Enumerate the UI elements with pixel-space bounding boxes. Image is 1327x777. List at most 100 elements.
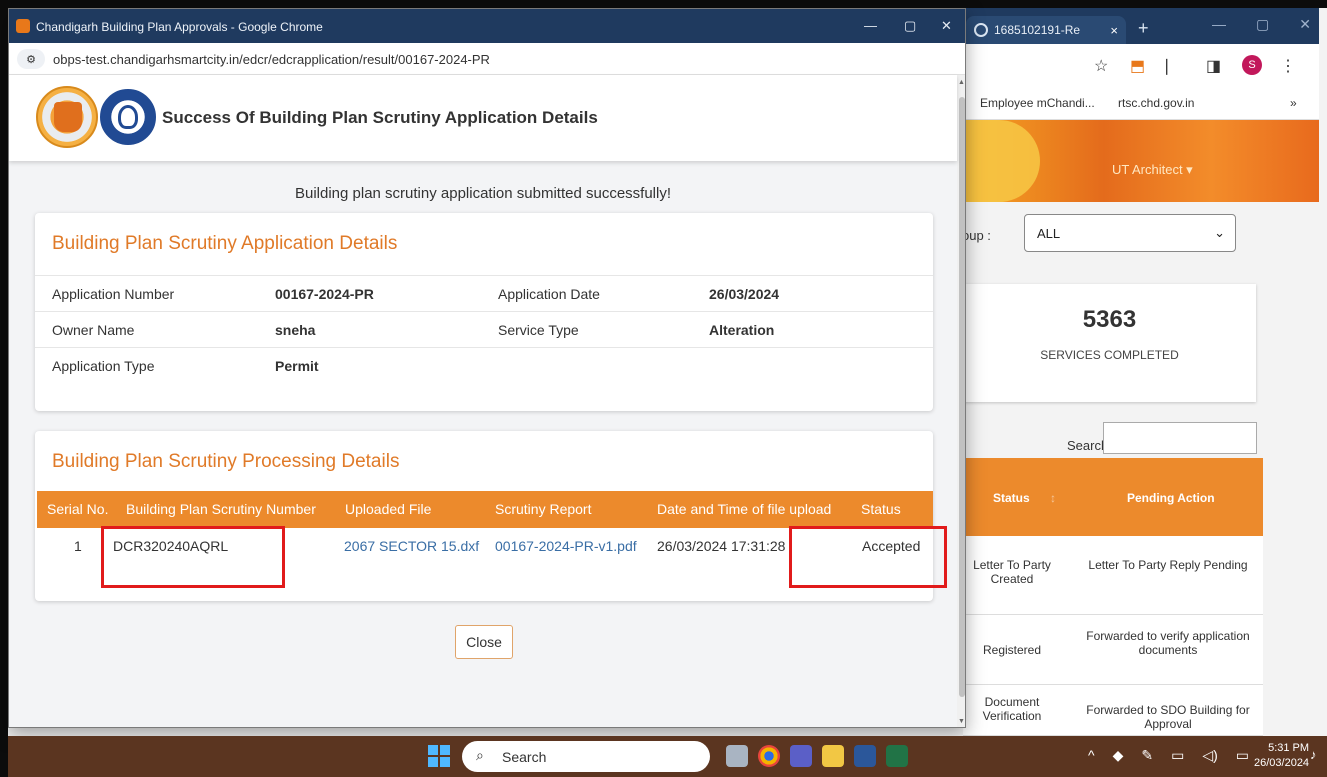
uploaded-file-header: Uploaded File (345, 501, 432, 517)
highlight-status (789, 526, 947, 588)
detail-value: 00167-2024-PR (275, 286, 374, 302)
scroll-down-icon[interactable]: ▼ (958, 718, 965, 725)
site-info-icon[interactable]: ⚙ (17, 49, 45, 69)
serial-header: Serial No. (47, 501, 109, 517)
services-label: SERVICES COMPLETED (1040, 348, 1179, 362)
status-header: Status (861, 501, 901, 517)
tray-expand-icon[interactable]: ^ (1088, 747, 1095, 764)
bookmark-star-icon[interactable]: ☆ (1094, 56, 1108, 76)
detail-value: sneha (275, 322, 316, 338)
row-action: Forwarded to SDO Building for Approval (1086, 703, 1250, 731)
maximize-button[interactable]: ▢ (904, 18, 916, 34)
success-message: Building plan scrutiny application submi… (294, 185, 672, 202)
chevron-down-icon: ⌄ (1214, 225, 1225, 240)
url-text[interactable]: obps-test.chandigarhsmartcity.in/edcr/ed… (53, 52, 490, 67)
taskbar-search[interactable]: ⌕ Search (462, 741, 710, 772)
minimize-button[interactable]: — (1212, 16, 1226, 33)
windows-start-icon[interactable] (428, 745, 450, 767)
page-title: Success Of Building Plan Scrutiny Applic… (162, 108, 598, 127)
sort-icon[interactable]: ↕ (1050, 491, 1056, 505)
bookmark-employee[interactable]: Employee mChandi... (980, 96, 1095, 110)
user-menu[interactable]: UT Architect ▾ (1112, 162, 1193, 178)
scrutiny-report-header: Scrutiny Report (495, 501, 592, 517)
bookmarks-bar: Employee mChandi... rtsc.chd.gov.in » (960, 86, 1319, 120)
taskbar: ⌕ Search ^ ◆ ✎ ▭ ◁) ▭ 5:31 PM 26/03/2024… (8, 736, 1327, 777)
sidepanel-icon[interactable]: ◨ (1206, 56, 1221, 76)
row-action: Forwarded to verify application document… (1086, 629, 1250, 657)
upload-datetime-header: Date and Time of file upload (657, 501, 832, 517)
tray-app-icon[interactable]: ◆ (1113, 747, 1124, 764)
pending-action-header[interactable]: Pending Action (1127, 491, 1215, 505)
maximize-button[interactable]: ▢ (1256, 16, 1269, 33)
minimize-button[interactable]: — (864, 18, 877, 33)
tab-close-icon[interactable]: × (1110, 23, 1118, 38)
row-status: Document Verification (982, 695, 1042, 723)
globe-icon (974, 23, 988, 37)
extension-icon[interactable]: ⬒ (1130, 56, 1145, 76)
bookmark-rtsc[interactable]: rtsc.chd.gov.in (1118, 96, 1194, 110)
teams-icon[interactable] (790, 745, 812, 767)
screen-border-left (0, 0, 8, 777)
scroll-up-icon[interactable]: ▲ (958, 79, 965, 86)
background-tab[interactable]: 1685102191-Re × (966, 16, 1126, 44)
chandigarh-administration-logo (36, 86, 98, 148)
table-row[interactable]: Registered Forwarded to verify applicati… (963, 615, 1263, 685)
search-icon: ⌕ (476, 747, 484, 763)
services-completed-card: 5363 SERVICES COMPLETED (963, 284, 1256, 402)
table-row[interactable]: Letter To Party Created Letter To Party … (963, 536, 1263, 615)
application-details-card: Building Plan Scrutiny Application Detai… (35, 213, 933, 411)
word-icon[interactable] (854, 745, 876, 767)
popup-scrollbar[interactable]: ▲ ▼ (957, 75, 965, 727)
profile-avatar[interactable]: S (1242, 55, 1262, 75)
group-select[interactable]: ALL ⌄ (1024, 214, 1236, 252)
site-favicon-icon (16, 19, 30, 33)
detail-row: Application Number 00167-2024-PR Applica… (35, 275, 933, 311)
row-status: Letter To Party Created (973, 558, 1051, 586)
detail-row: Owner Name sneha Service Type Alteration (35, 311, 933, 347)
popup-titlebar[interactable]: Chandigarh Building Plan Approvals - Goo… (9, 9, 965, 43)
clock-time: 5:31 PM (1268, 742, 1310, 754)
detail-label: Application Type (52, 358, 155, 374)
excel-icon[interactable] (886, 745, 908, 767)
upload-datetime-cell: 26/03/2024 17:31:28 (657, 538, 786, 554)
processing-table-header: Serial No. Building Plan Scrutiny Number… (37, 491, 933, 528)
puzzle-icon[interactable]: ❘ (1160, 56, 1173, 76)
application-details-title: Building Plan Scrutiny Application Detai… (52, 233, 398, 254)
close-button[interactable]: Close (455, 625, 513, 659)
close-window-button[interactable]: ✕ (1299, 16, 1311, 33)
file-manager-icon[interactable] (726, 745, 748, 767)
detail-label: Owner Name (52, 322, 135, 338)
taskbar-clock[interactable]: 5:31 PM 26/03/2024 (1254, 741, 1309, 771)
search-input[interactable] (1103, 422, 1257, 454)
page-content: Building plan scrutiny application submi… (9, 161, 957, 727)
folder-icon[interactable] (822, 745, 844, 767)
detail-value: Alteration (709, 322, 775, 338)
uploaded-file-link[interactable]: 2067 SECTOR 15.dxf (344, 538, 479, 554)
scrollbar-thumb[interactable] (959, 97, 965, 697)
menu-icon[interactable]: ⋮ (1280, 56, 1296, 76)
new-tab-button[interactable]: + (1138, 18, 1149, 39)
detail-value: Permit (275, 358, 319, 374)
network-icon[interactable]: ▭ (1171, 747, 1184, 764)
volume-icon[interactable]: ◁) (1202, 747, 1217, 764)
detail-label: Service Type (498, 322, 579, 338)
status-header[interactable]: Status (993, 491, 1030, 505)
background-window-controls: — ▢ ✕ (1212, 16, 1311, 33)
popup-browser-window: Chandigarh Building Plan Approvals - Goo… (8, 8, 966, 728)
chrome-icon[interactable] (758, 745, 780, 767)
notification-bell-icon[interactable]: ♪ (1310, 747, 1317, 762)
detail-row: Application Type Permit (35, 347, 933, 383)
address-bar[interactable]: ⚙ obps-test.chandigarhsmartcity.in/edcr/… (9, 43, 965, 75)
battery-icon[interactable]: ▭ (1236, 747, 1249, 764)
detail-value: 26/03/2024 (709, 286, 780, 302)
taskbar-search-placeholder: Search (502, 749, 547, 765)
highlight-scrutiny-number (101, 526, 285, 588)
processing-details-title: Building Plan Scrutiny Processing Detail… (52, 451, 400, 472)
microphone-icon[interactable]: ✎ (1141, 747, 1153, 764)
popup-window-title: Chandigarh Building Plan Approvals - Goo… (36, 20, 323, 34)
close-window-button[interactable]: ✕ (941, 18, 952, 34)
table-row[interactable]: Document Verification Forwarded to SDO B… (963, 685, 1263, 736)
scrutiny-report-link[interactable]: 00167-2024-PR-v1.pdf (495, 538, 637, 554)
detail-label: Application Number (52, 286, 175, 302)
bookmark-overflow[interactable]: » (1290, 96, 1297, 110)
